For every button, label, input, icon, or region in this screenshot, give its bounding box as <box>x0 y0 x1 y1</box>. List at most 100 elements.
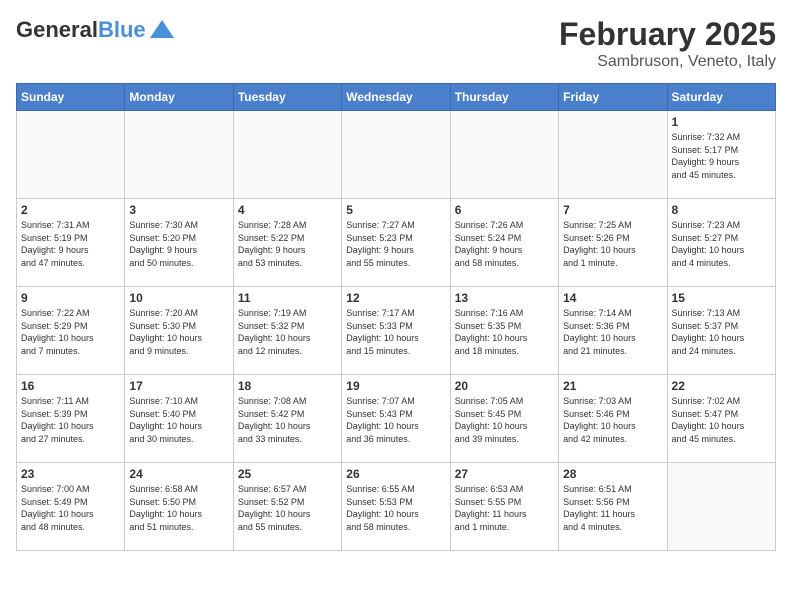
day-number: 8 <box>672 203 771 217</box>
calendar-cell: 10 Sunrise: 7:20 AM Sunset: 5:30 PM Dayli… <box>125 287 233 375</box>
month-title: February 2025 <box>559 16 776 53</box>
day-number: 15 <box>672 291 771 305</box>
calendar-cell: 3 Sunrise: 7:30 AM Sunset: 5:20 PM Daylig… <box>125 199 233 287</box>
calendar-cell: 26 Sunrise: 6:55 AM Sunset: 5:53 PM Dayli… <box>342 463 450 551</box>
calendar-cell <box>667 463 775 551</box>
day-info: Sunrise: 7:02 AM Sunset: 5:47 PM Dayligh… <box>672 395 771 445</box>
weekday-header-sunday: Sunday <box>17 84 125 111</box>
calendar-cell <box>342 111 450 199</box>
weekday-header-friday: Friday <box>559 84 667 111</box>
day-info: Sunrise: 7:05 AM Sunset: 5:45 PM Dayligh… <box>455 395 554 445</box>
calendar-cell <box>233 111 341 199</box>
day-info: Sunrise: 7:26 AM Sunset: 5:24 PM Dayligh… <box>455 219 554 269</box>
day-number: 12 <box>346 291 445 305</box>
calendar-cell: 14 Sunrise: 7:14 AM Sunset: 5:36 PM Dayli… <box>559 287 667 375</box>
weekday-header-wednesday: Wednesday <box>342 84 450 111</box>
day-info: Sunrise: 7:28 AM Sunset: 5:22 PM Dayligh… <box>238 219 337 269</box>
calendar-cell <box>450 111 558 199</box>
day-info: Sunrise: 7:03 AM Sunset: 5:46 PM Dayligh… <box>563 395 662 445</box>
day-number: 16 <box>21 379 120 393</box>
calendar-cell: 23 Sunrise: 7:00 AM Sunset: 5:49 PM Dayli… <box>17 463 125 551</box>
calendar-cell: 8 Sunrise: 7:23 AM Sunset: 5:27 PM Daylig… <box>667 199 775 287</box>
weekday-header-tuesday: Tuesday <box>233 84 341 111</box>
day-number: 21 <box>563 379 662 393</box>
calendar-cell: 22 Sunrise: 7:02 AM Sunset: 5:47 PM Dayli… <box>667 375 775 463</box>
day-info: Sunrise: 7:07 AM Sunset: 5:43 PM Dayligh… <box>346 395 445 445</box>
calendar-cell: 28 Sunrise: 6:51 AM Sunset: 5:56 PM Dayli… <box>559 463 667 551</box>
day-info: Sunrise: 6:53 AM Sunset: 5:55 PM Dayligh… <box>455 483 554 533</box>
day-info: Sunrise: 7:11 AM Sunset: 5:39 PM Dayligh… <box>21 395 120 445</box>
calendar-cell <box>17 111 125 199</box>
weekday-header-saturday: Saturday <box>667 84 775 111</box>
day-number: 2 <box>21 203 120 217</box>
day-info: Sunrise: 7:13 AM Sunset: 5:37 PM Dayligh… <box>672 307 771 357</box>
calendar-cell: 27 Sunrise: 6:53 AM Sunset: 5:55 PM Dayli… <box>450 463 558 551</box>
day-info: Sunrise: 6:58 AM Sunset: 5:50 PM Dayligh… <box>129 483 228 533</box>
day-number: 28 <box>563 467 662 481</box>
calendar-cell: 7 Sunrise: 7:25 AM Sunset: 5:26 PM Daylig… <box>559 199 667 287</box>
calendar-cell: 5 Sunrise: 7:27 AM Sunset: 5:23 PM Daylig… <box>342 199 450 287</box>
day-number: 19 <box>346 379 445 393</box>
day-number: 10 <box>129 291 228 305</box>
title-block: February 2025 Sambruson, Veneto, Italy <box>559 16 776 71</box>
calendar-cell: 2 Sunrise: 7:31 AM Sunset: 5:19 PM Daylig… <box>17 199 125 287</box>
calendar-table: SundayMondayTuesdayWednesdayThursdayFrid… <box>16 83 776 551</box>
calendar-cell: 15 Sunrise: 7:13 AM Sunset: 5:37 PM Dayli… <box>667 287 775 375</box>
day-number: 18 <box>238 379 337 393</box>
day-info: Sunrise: 6:51 AM Sunset: 5:56 PM Dayligh… <box>563 483 662 533</box>
calendar-cell: 20 Sunrise: 7:05 AM Sunset: 5:45 PM Dayli… <box>450 375 558 463</box>
day-number: 20 <box>455 379 554 393</box>
day-number: 23 <box>21 467 120 481</box>
day-number: 26 <box>346 467 445 481</box>
location-subtitle: Sambruson, Veneto, Italy <box>559 53 776 71</box>
day-info: Sunrise: 7:22 AM Sunset: 5:29 PM Dayligh… <box>21 307 120 357</box>
day-info: Sunrise: 7:17 AM Sunset: 5:33 PM Dayligh… <box>346 307 445 357</box>
day-number: 1 <box>672 115 771 129</box>
day-info: Sunrise: 7:30 AM Sunset: 5:20 PM Dayligh… <box>129 219 228 269</box>
calendar-cell: 11 Sunrise: 7:19 AM Sunset: 5:32 PM Dayli… <box>233 287 341 375</box>
day-number: 22 <box>672 379 771 393</box>
day-info: Sunrise: 7:20 AM Sunset: 5:30 PM Dayligh… <box>129 307 228 357</box>
day-number: 14 <box>563 291 662 305</box>
calendar-cell: 17Sunrise: 7:10 AM Sunset: 5:40 PM Dayli… <box>125 375 233 463</box>
day-info: Sunrise: 7:32 AM Sunset: 5:17 PM Dayligh… <box>672 131 771 181</box>
weekday-header-monday: Monday <box>125 84 233 111</box>
day-number: 4 <box>238 203 337 217</box>
calendar-cell: 13Sunrise: 7:16 AM Sunset: 5:35 PM Dayli… <box>450 287 558 375</box>
calendar-cell: 6 Sunrise: 7:26 AM Sunset: 5:24 PM Daylig… <box>450 199 558 287</box>
day-info: Sunrise: 7:00 AM Sunset: 5:49 PM Dayligh… <box>21 483 120 533</box>
day-number: 27 <box>455 467 554 481</box>
calendar-cell: 1 Sunrise: 7:32 AM Sunset: 5:17 PM Daylig… <box>667 111 775 199</box>
day-number: 24 <box>129 467 228 481</box>
calendar-cell: 16 Sunrise: 7:11 AM Sunset: 5:39 PM Dayli… <box>17 375 125 463</box>
calendar-cell <box>125 111 233 199</box>
day-number: 3 <box>129 203 228 217</box>
calendar-cell: 21 Sunrise: 7:03 AM Sunset: 5:46 PM Dayli… <box>559 375 667 463</box>
calendar-cell: 18 Sunrise: 7:08 AM Sunset: 5:42 PM Dayli… <box>233 375 341 463</box>
day-info: Sunrise: 7:10 AM Sunset: 5:40 PM Dayligh… <box>129 395 228 445</box>
day-info: Sunrise: 7:25 AM Sunset: 5:26 PM Dayligh… <box>563 219 662 269</box>
calendar-cell: 25 Sunrise: 6:57 AM Sunset: 5:52 PM Dayli… <box>233 463 341 551</box>
calendar-cell: 24 Sunrise: 6:58 AM Sunset: 5:50 PM Dayli… <box>125 463 233 551</box>
day-info: Sunrise: 6:55 AM Sunset: 5:53 PM Dayligh… <box>346 483 445 533</box>
day-info: Sunrise: 7:08 AM Sunset: 5:42 PM Dayligh… <box>238 395 337 445</box>
calendar-cell: 12 Sunrise: 7:17 AM Sunset: 5:33 PM Dayli… <box>342 287 450 375</box>
logo-text: GeneralBlue <box>16 18 146 42</box>
day-number: 25 <box>238 467 337 481</box>
day-info: Sunrise: 7:19 AM Sunset: 5:32 PM Dayligh… <box>238 307 337 357</box>
day-info: Sunrise: 7:16 AM Sunset: 5:35 PM Dayligh… <box>455 307 554 357</box>
day-number: 11 <box>238 291 337 305</box>
calendar-cell: 9 Sunrise: 7:22 AM Sunset: 5:29 PM Daylig… <box>17 287 125 375</box>
day-number: 6 <box>455 203 554 217</box>
page-header: GeneralBlue February 2025 Sambruson, Ven… <box>16 16 776 71</box>
calendar-cell: 4 Sunrise: 7:28 AM Sunset: 5:22 PM Daylig… <box>233 199 341 287</box>
day-info: Sunrise: 7:14 AM Sunset: 5:36 PM Dayligh… <box>563 307 662 357</box>
day-number: 7 <box>563 203 662 217</box>
day-number: 5 <box>346 203 445 217</box>
day-info: Sunrise: 7:23 AM Sunset: 5:27 PM Dayligh… <box>672 219 771 269</box>
weekday-header-thursday: Thursday <box>450 84 558 111</box>
day-info: Sunrise: 7:31 AM Sunset: 5:19 PM Dayligh… <box>21 219 120 269</box>
day-info: Sunrise: 7:27 AM Sunset: 5:23 PM Dayligh… <box>346 219 445 269</box>
day-info: Sunrise: 6:57 AM Sunset: 5:52 PM Dayligh… <box>238 483 337 533</box>
day-number: 9 <box>21 291 120 305</box>
